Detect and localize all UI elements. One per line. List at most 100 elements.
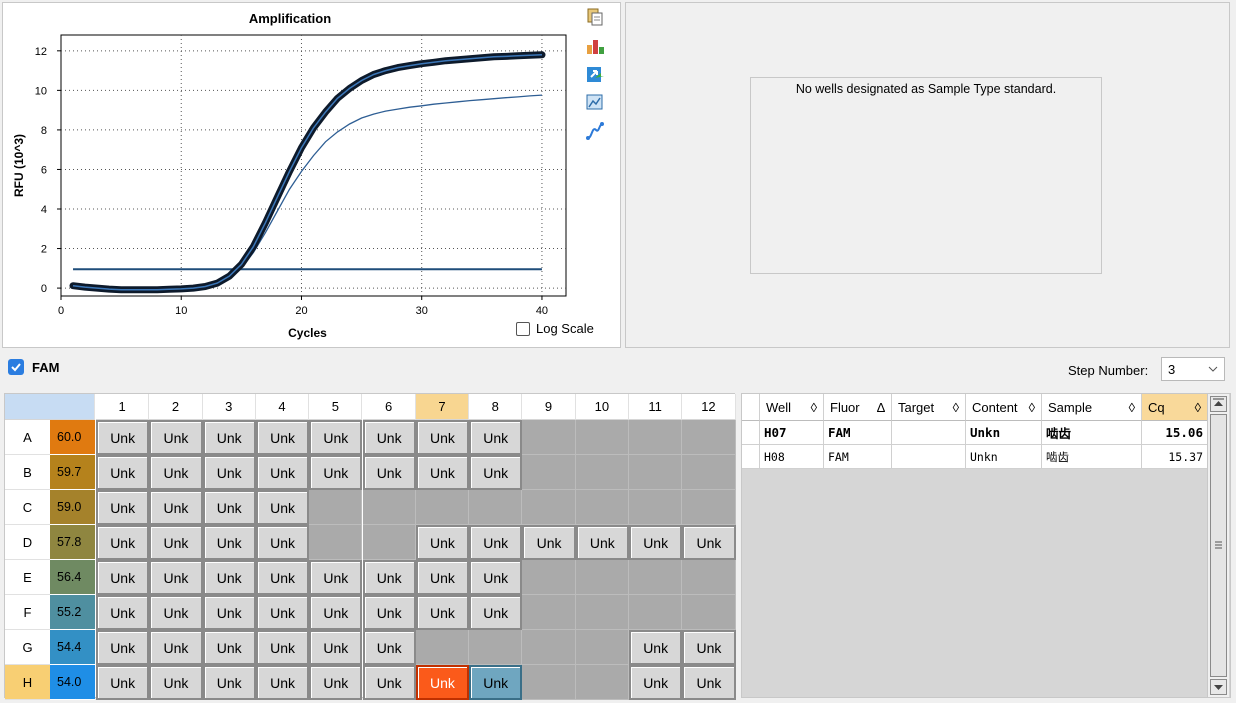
- well-G11[interactable]: Unk: [629, 630, 683, 665]
- row-header-E[interactable]: E: [5, 560, 50, 595]
- well-E9[interactable]: [522, 560, 576, 595]
- chart-settings-icon[interactable]: [585, 92, 605, 112]
- cell-well[interactable]: H07: [760, 421, 824, 445]
- well-B8[interactable]: Unk: [469, 455, 523, 490]
- column-header-8[interactable]: 8: [469, 394, 523, 420]
- well-F2[interactable]: Unk: [149, 595, 203, 630]
- well-D6[interactable]: [362, 525, 416, 560]
- fluor-filter[interactable]: FAM: [8, 359, 59, 375]
- well-D11[interactable]: Unk: [629, 525, 683, 560]
- well-H4[interactable]: Unk: [255, 665, 310, 700]
- well-C4[interactable]: Unk: [255, 490, 310, 525]
- well-A8[interactable]: Unk: [469, 420, 523, 455]
- well-B5[interactable]: Unk: [309, 455, 363, 490]
- well-F3[interactable]: Unk: [202, 595, 256, 630]
- well-D3[interactable]: Unk: [202, 525, 256, 560]
- well-H8[interactable]: Unk: [469, 665, 523, 700]
- well-H10[interactable]: [575, 665, 629, 700]
- cell-target[interactable]: [892, 421, 966, 445]
- column-header-3[interactable]: 3: [202, 394, 256, 420]
- well-E1[interactable]: Unk: [96, 560, 150, 595]
- well-A5[interactable]: Unk: [309, 420, 363, 455]
- plate-corner[interactable]: [5, 394, 95, 420]
- export-icon[interactable]: [585, 64, 605, 84]
- cell-sample[interactable]: 啮齿: [1042, 445, 1142, 469]
- well-C1[interactable]: Unk: [96, 490, 150, 525]
- well-H12[interactable]: Unk: [682, 665, 736, 700]
- well-D12[interactable]: Unk: [682, 525, 736, 560]
- cell-content[interactable]: Unkn: [966, 445, 1042, 469]
- well-C10[interactable]: [575, 490, 629, 525]
- well-B3[interactable]: Unk: [202, 455, 256, 490]
- well-E8[interactable]: Unk: [469, 560, 523, 595]
- well-D4[interactable]: Unk: [255, 525, 310, 560]
- column-header-10[interactable]: 10: [575, 394, 629, 420]
- well-H9[interactable]: [522, 665, 576, 700]
- well-H5[interactable]: Unk: [309, 665, 363, 700]
- column-header-2[interactable]: 2: [149, 394, 203, 420]
- well-B6[interactable]: Unk: [362, 455, 416, 490]
- sort-icon[interactable]: ◊: [953, 400, 959, 415]
- well-E5[interactable]: Unk: [309, 560, 363, 595]
- well-F4[interactable]: Unk: [255, 595, 310, 630]
- well-D8[interactable]: Unk: [469, 525, 523, 560]
- well-B2[interactable]: Unk: [149, 455, 203, 490]
- well-A11[interactable]: [629, 420, 683, 455]
- column-header-target[interactable]: Target ◊: [892, 394, 966, 421]
- well-F5[interactable]: Unk: [309, 595, 363, 630]
- well-H6[interactable]: Unk: [362, 665, 416, 700]
- row-header-F[interactable]: F: [5, 595, 50, 630]
- cell-well[interactable]: H08: [760, 445, 824, 469]
- column-header-7[interactable]: 7: [415, 394, 470, 420]
- well-A7[interactable]: Unk: [415, 420, 470, 455]
- curve-icon[interactable]: [585, 121, 605, 141]
- well-F7[interactable]: Unk: [415, 595, 470, 630]
- copy-icon[interactable]: [585, 7, 605, 27]
- well-C5[interactable]: [309, 490, 363, 525]
- well-C8[interactable]: [469, 490, 523, 525]
- well-C12[interactable]: [682, 490, 736, 525]
- log-scale-checkbox[interactable]: Log Scale: [516, 321, 594, 336]
- column-header-4[interactable]: 4: [255, 394, 310, 420]
- well-G9[interactable]: [522, 630, 576, 665]
- scroll-down-button[interactable]: [1210, 679, 1227, 695]
- well-G7[interactable]: [415, 630, 470, 665]
- cell-cq[interactable]: 15.06: [1142, 421, 1208, 445]
- column-header-1[interactable]: 1: [96, 394, 150, 420]
- well-G8[interactable]: [469, 630, 523, 665]
- column-header-6[interactable]: 6: [362, 394, 416, 420]
- well-G5[interactable]: Unk: [309, 630, 363, 665]
- column-header-12[interactable]: 12: [682, 394, 736, 420]
- well-H3[interactable]: Unk: [202, 665, 256, 700]
- cell-content[interactable]: Unkn: [966, 421, 1042, 445]
- well-G12[interactable]: Unk: [682, 630, 736, 665]
- column-header-content[interactable]: Content ◊: [966, 394, 1042, 421]
- well-B12[interactable]: [682, 455, 736, 490]
- sort-icon[interactable]: ◊: [1029, 400, 1035, 415]
- well-H11[interactable]: Unk: [629, 665, 683, 700]
- sort-icon[interactable]: ∆: [877, 400, 885, 415]
- well-D9[interactable]: Unk: [522, 525, 576, 560]
- well-E3[interactable]: Unk: [202, 560, 256, 595]
- well-F1[interactable]: Unk: [96, 595, 150, 630]
- scroll-thumb[interactable]: [1210, 414, 1227, 677]
- well-B4[interactable]: Unk: [255, 455, 310, 490]
- cell-sample[interactable]: 啮齿: [1042, 421, 1142, 445]
- well-C6[interactable]: [362, 490, 416, 525]
- well-E6[interactable]: Unk: [362, 560, 416, 595]
- well-C3[interactable]: Unk: [202, 490, 256, 525]
- well-C11[interactable]: [629, 490, 683, 525]
- cell-cq[interactable]: 15.37: [1142, 445, 1208, 469]
- well-F8[interactable]: Unk: [469, 595, 523, 630]
- well-A10[interactable]: [575, 420, 629, 455]
- well-A3[interactable]: Unk: [202, 420, 256, 455]
- well-B10[interactable]: [575, 455, 629, 490]
- well-H2[interactable]: Unk: [149, 665, 203, 700]
- well-C2[interactable]: Unk: [149, 490, 203, 525]
- well-G4[interactable]: Unk: [255, 630, 310, 665]
- row-header-G[interactable]: G: [5, 630, 50, 665]
- column-header-well[interactable]: Well ◊: [760, 394, 824, 421]
- scroll-up-button[interactable]: [1210, 396, 1227, 412]
- well-C7[interactable]: [415, 490, 470, 525]
- amplification-chart[interactable]: 0 10 20 30 40 0 2 4 6 8 10 12 Cycles RFU (10^3): [0, 0, 620, 348]
